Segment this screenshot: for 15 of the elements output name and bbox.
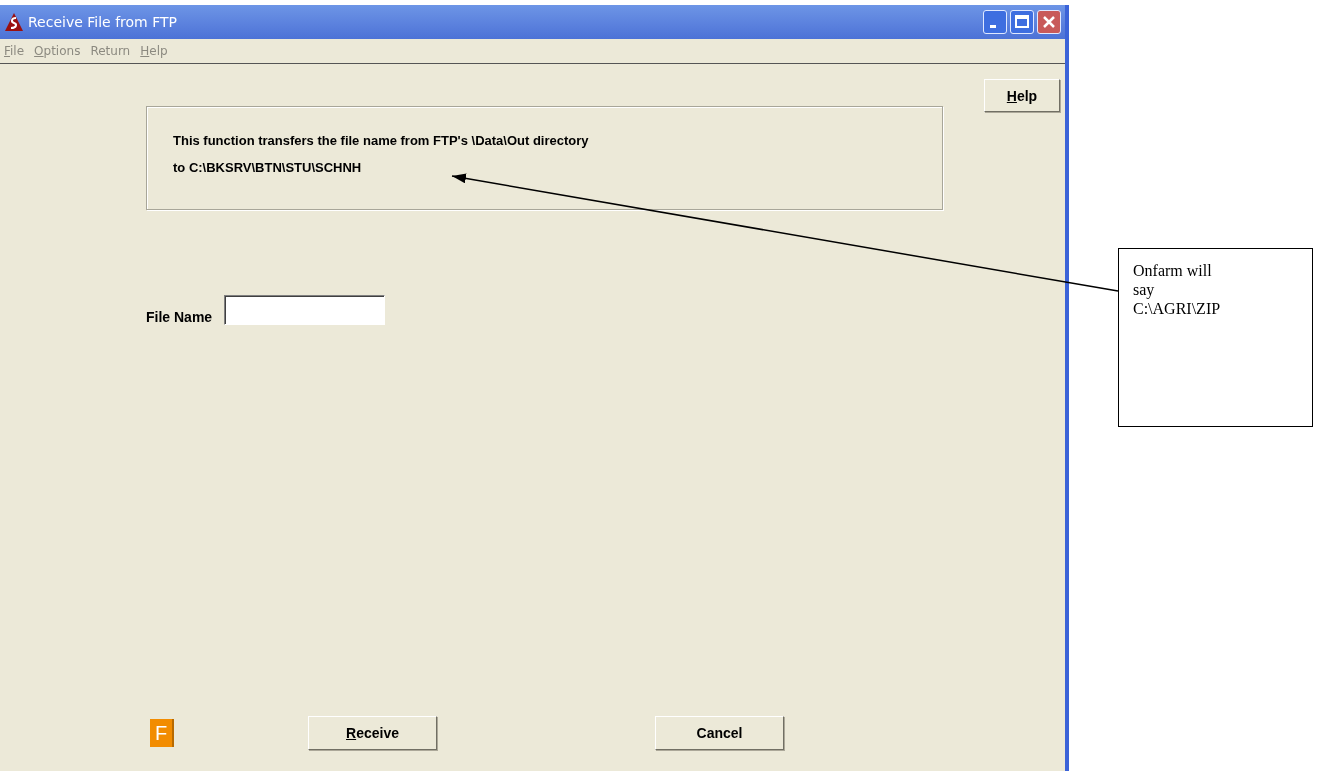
maximize-button[interactable] xyxy=(1010,10,1034,34)
cancel-button[interactable]: Cancel xyxy=(655,716,784,750)
info-text: This function transfers the file name from FTP's \Data\Out directory xyxy=(173,132,590,150)
help-button[interactable]: Help xyxy=(984,79,1060,112)
minimize-button[interactable] xyxy=(983,10,1007,34)
callout-text: Onfarm will say C:\AGRI\ZIP xyxy=(1133,261,1222,318)
field-label: File Name xyxy=(146,309,213,325)
badge-icon: F xyxy=(150,719,174,747)
close-button[interactable] xyxy=(1037,10,1061,34)
window-title: Receive File from FTP xyxy=(28,14,177,30)
minimize-icon xyxy=(990,25,996,28)
receive-button[interactable]: Receive xyxy=(308,716,437,750)
file-name-field[interactable] xyxy=(224,295,386,325)
info-text: to C:\BKSRV\BTN\STU\SCHNH xyxy=(173,159,363,177)
app-logo-icon xyxy=(4,12,24,32)
